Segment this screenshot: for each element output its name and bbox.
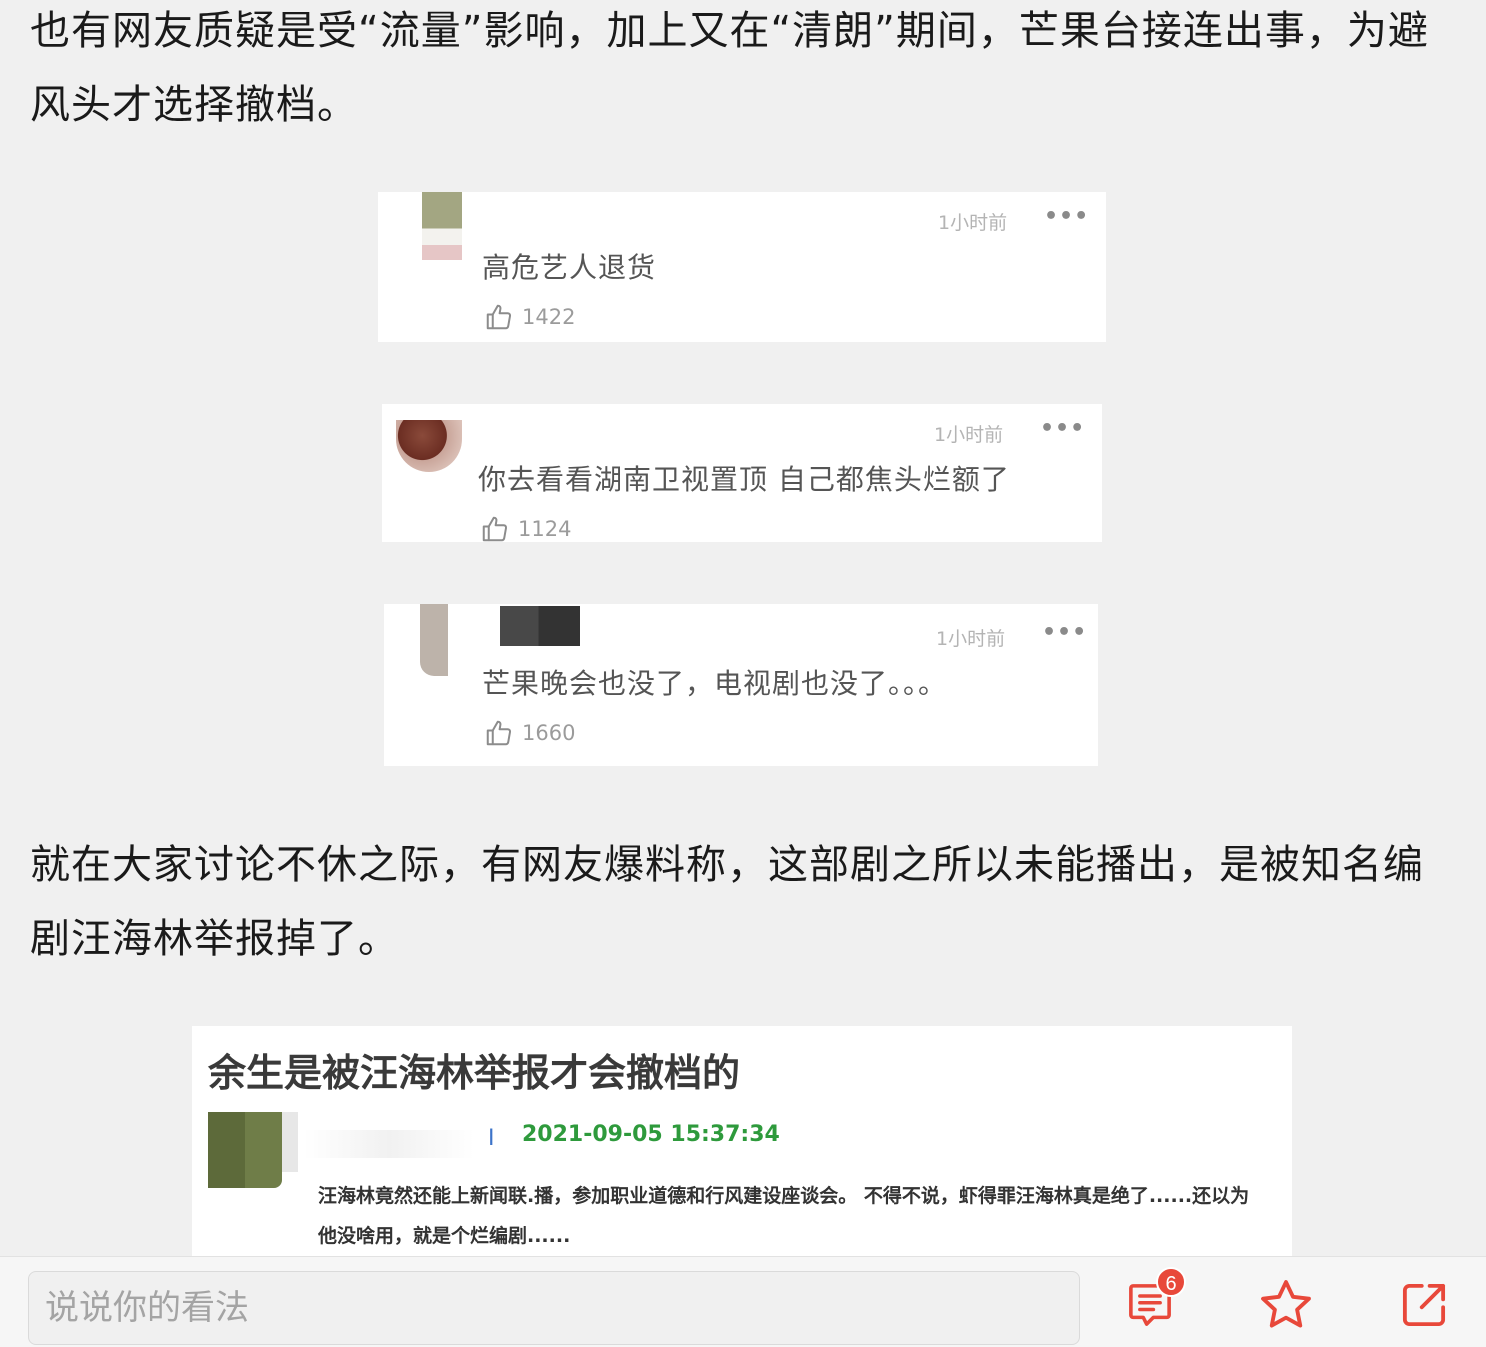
- article-paragraph: 也有网友质疑是受“流量”影响，加上又在“清朗”期间，芒果台接连出事，为避风头才选…: [30, 8, 1429, 128]
- separator: I: [488, 1126, 495, 1151]
- share-button[interactable]: [1392, 1273, 1456, 1337]
- comment-card: 1小时前 ••• 高危艺人退货 1422: [378, 192, 1106, 342]
- like-count: 1422: [522, 305, 576, 329]
- like-count: 1124: [518, 517, 572, 541]
- comment-card: 1小时前 ••• 芒果晚会也没了，电视剧也没了。。。 1660: [384, 604, 1098, 766]
- redacted-username: [500, 606, 580, 646]
- like-button[interactable]: 1422: [484, 302, 575, 332]
- avatar[interactable]: [422, 192, 462, 260]
- redacted-username: [304, 1130, 474, 1158]
- thumbs-up-icon: [482, 516, 508, 542]
- comment-time: 1小时前: [938, 212, 1008, 234]
- like-count: 1660: [522, 721, 576, 745]
- forum-post-title: 余生是被汪海林举报才会撤档的: [208, 1051, 741, 1095]
- avatar: [208, 1112, 298, 1188]
- comments-button[interactable]: 6: [1118, 1267, 1186, 1337]
- bottom-action-bar: 6: [0, 1256, 1486, 1347]
- comment-text: 你去看看湖南卫视置顶 自己都焦头烂额了: [478, 463, 1010, 496]
- comment-time: 1小时前: [934, 424, 1004, 446]
- comment-text: 芒果晚会也没了，电视剧也没了。。。: [482, 667, 948, 700]
- like-button[interactable]: 1124: [480, 514, 571, 542]
- avatar[interactable]: [420, 604, 460, 676]
- avatar[interactable]: [396, 420, 462, 472]
- comment-card: 1小时前 ••• 你去看看湖南卫视置顶 自己都焦头烂额了 1124: [382, 404, 1102, 542]
- comment-input[interactable]: [28, 1271, 1080, 1345]
- post-date: 2021-09-05 15:37:34: [522, 1122, 780, 1147]
- like-button[interactable]: 1660: [484, 718, 575, 748]
- thumbs-up-icon: [486, 304, 512, 330]
- comment-time: 1小时前: [936, 628, 1006, 650]
- more-options-button[interactable]: •••: [1044, 204, 1089, 229]
- comment-text: 高危艺人退货: [482, 251, 657, 284]
- more-options-button[interactable]: •••: [1040, 416, 1085, 441]
- comment-count-badge: 6: [1156, 1267, 1186, 1297]
- star-icon: [1261, 1280, 1311, 1328]
- more-options-button[interactable]: •••: [1042, 620, 1087, 645]
- share-icon: [1402, 1283, 1446, 1327]
- favorite-button[interactable]: [1254, 1273, 1318, 1337]
- forum-post-body: 汪海林竟然还能上新闻联.播，参加职业道德和行风建设座谈会。 不得不说，虾得罪汪海…: [318, 1185, 1250, 1247]
- thumbs-up-icon: [486, 720, 512, 746]
- article-paragraph: 就在大家讨论不休之际，有网友爆料称，这部剧之所以未能播出，是被知名编剧汪海林举报…: [30, 842, 1424, 962]
- forum-screenshot: 余生是被汪海林举报才会撤档的 I 2021-09-05 15:37:34 汪海林…: [192, 1026, 1292, 1266]
